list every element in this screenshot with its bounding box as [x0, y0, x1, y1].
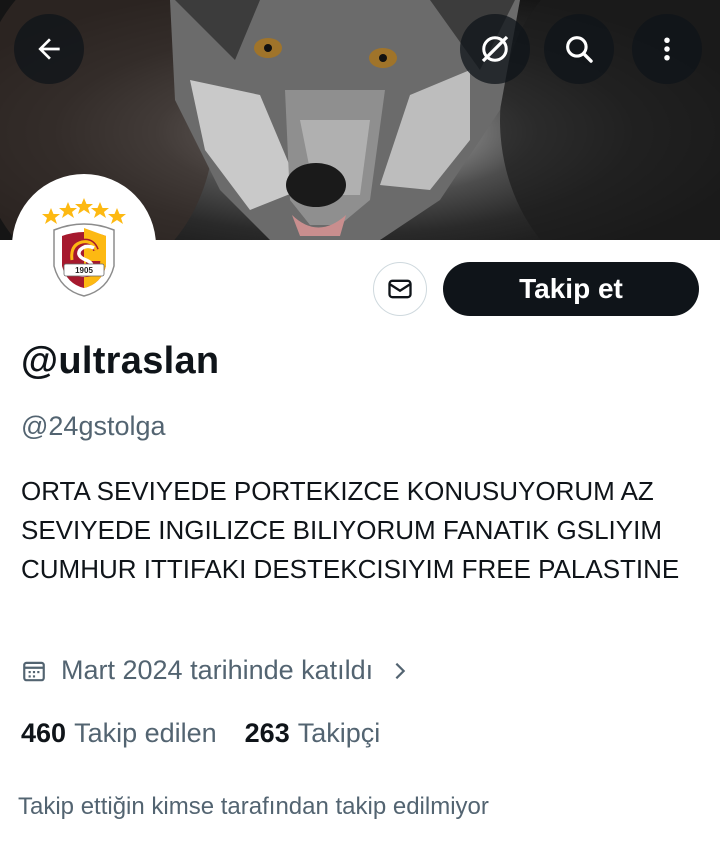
avatar[interactable]: 1905 — [16, 178, 152, 314]
followers-link[interactable]: 263 Takipçi — [245, 718, 381, 749]
joined-date-row[interactable]: Mart 2024 tarihinde katıldı — [21, 655, 411, 686]
envelope-icon — [388, 279, 412, 299]
search-icon — [566, 36, 593, 63]
followers-count: 263 — [244, 718, 290, 748]
joined-date: Mart 2024 tarihinde katıldı — [61, 655, 374, 685]
following-count: 460 — [21, 718, 67, 748]
following-link[interactable]: 460 Takip edilen — [21, 718, 217, 749]
followers-label: Takipçi — [297, 718, 381, 748]
arrow-left-icon — [38, 38, 60, 60]
bio: ORTA SEVIYEDE PORTEKIZCE KONUSUYORUM AZ … — [21, 476, 680, 584]
chevron-right-icon — [395, 662, 406, 679]
message-button[interactable] — [373, 262, 427, 316]
grok-slash-icon — [481, 35, 509, 63]
more-vertical-icon — [664, 37, 670, 61]
follow-stats: 460 Takip edilen 263 Takipçi — [21, 718, 380, 749]
not-followed-notice: Takip ettiğin kimse tarafından takip edi… — [18, 793, 489, 820]
galatasaray-logo: 1905 — [16, 178, 152, 314]
calendar-icon — [23, 661, 45, 681]
search-button[interactable] — [544, 14, 614, 84]
follow-button[interactable]: Takip et — [443, 262, 699, 316]
back-button[interactable] — [14, 14, 84, 84]
logo-year: 1905 — [75, 266, 93, 275]
more-button[interactable] — [632, 14, 702, 84]
grok-button[interactable] — [460, 14, 530, 84]
following-label: Takip edilen — [74, 718, 217, 748]
handle: @24gstolga — [21, 411, 166, 441]
display-name: @ultraslan — [21, 340, 220, 382]
